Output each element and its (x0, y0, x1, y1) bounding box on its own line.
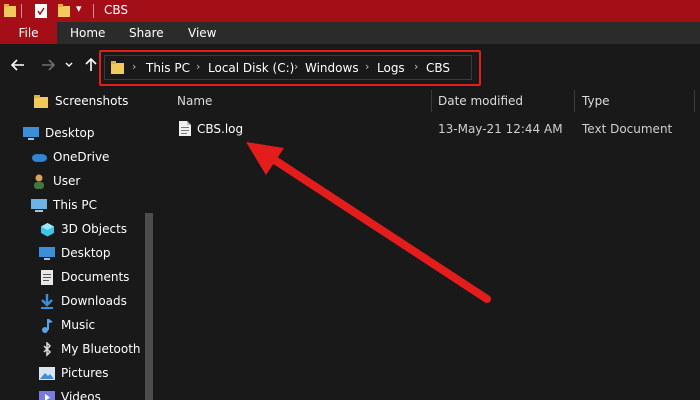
desktop-icon (39, 245, 55, 261)
breadcrumb-local-disk[interactable]: Local Disk (C:) (208, 61, 294, 75)
sidebar-item-label: 3D Objects (61, 222, 128, 236)
sidebar-item-downloads[interactable]: Downloads (0, 289, 155, 313)
sidebar-item-desktop-pc[interactable]: Desktop (0, 241, 155, 265)
breadcrumb-separator[interactable]: › (196, 60, 200, 73)
new-folder-icon[interactable] (58, 4, 70, 18)
up-button[interactable] (82, 54, 100, 76)
back-button[interactable] (7, 54, 29, 76)
ribbon-tabs: File Home Share View (0, 22, 700, 44)
column-divider[interactable] (431, 90, 432, 112)
navigation-pane: Screenshots Desktop OneDrive User This P… (0, 88, 155, 400)
title-bar: ▾ CBS (0, 0, 700, 22)
tab-home[interactable]: Home (70, 22, 105, 44)
arrow-left-icon (11, 59, 24, 71)
arrow-right-icon (42, 59, 55, 71)
tab-share[interactable]: Share (129, 22, 164, 44)
folder-icon (111, 61, 124, 74)
sidebar-item-videos[interactable]: Videos (0, 385, 155, 400)
sidebar-item-pictures[interactable]: Pictures (0, 361, 155, 385)
text-file-icon (179, 121, 191, 136)
cloud-icon (31, 149, 47, 165)
bluetooth-icon (39, 341, 55, 357)
documents-icon (39, 269, 55, 285)
sidebar-item-user[interactable]: User (0, 169, 155, 193)
recent-locations-button[interactable] (62, 54, 76, 76)
breadcrumb-separator[interactable]: › (294, 60, 298, 73)
sidebar-item-label: Music (61, 318, 96, 332)
desktop-icon (23, 125, 39, 141)
chevron-down-icon (65, 62, 73, 67)
sidebar-item-label: Desktop (61, 246, 111, 260)
pc-icon (31, 197, 47, 213)
separator (21, 4, 22, 18)
sidebar-item-onedrive[interactable]: OneDrive (0, 145, 155, 169)
download-icon (39, 293, 55, 309)
folder-icon[interactable] (4, 4, 16, 18)
sidebar-item-label: Downloads (61, 294, 127, 308)
file-name[interactable]: CBS.log (197, 122, 243, 136)
column-header-name[interactable]: Name (177, 88, 212, 114)
file-date-modified: 13-May-21 12:44 AM (438, 122, 563, 136)
breadcrumb-separator[interactable]: › (132, 60, 136, 73)
cube-icon (39, 221, 55, 237)
forward-button[interactable] (37, 54, 59, 76)
sidebar-item-label: Documents (61, 270, 130, 284)
user-icon (31, 173, 47, 189)
table-row[interactable]: CBS.log 13-May-21 12:44 AM Text Document (177, 118, 697, 140)
breadcrumb-windows[interactable]: Windows (305, 61, 359, 75)
tab-file[interactable]: File (0, 22, 57, 44)
breadcrumb-separator[interactable]: › (414, 60, 418, 73)
properties-icon[interactable] (35, 4, 47, 18)
folder-icon (33, 93, 49, 109)
videos-icon (39, 389, 55, 400)
navigation-bar: › This PC › Local Disk (C:) › Windows › … (0, 44, 700, 88)
customize-toolbar-icon[interactable]: ▾ (76, 2, 82, 15)
sidebar-item-documents[interactable]: Documents (0, 265, 155, 289)
breadcrumb-separator[interactable]: › (365, 60, 369, 73)
sidebar-item-label: Screenshots (55, 94, 129, 108)
separator (93, 4, 94, 18)
sidebar-item-label: OneDrive (53, 150, 110, 164)
sidebar-item-label: Pictures (61, 366, 109, 380)
sidebar-item-3d-objects[interactable]: 3D Objects (0, 217, 155, 241)
music-icon (39, 317, 55, 333)
sidebar-item-music[interactable]: Music (0, 313, 155, 337)
sidebar-item-label: My Bluetooth D (61, 342, 154, 356)
column-header-date-modified[interactable]: Date modified (438, 88, 523, 114)
breadcrumb-this-pc[interactable]: This PC (146, 61, 190, 75)
arrow-up-icon (85, 58, 97, 71)
window-title: CBS (104, 3, 129, 17)
sidebar-item-label: User (53, 174, 81, 188)
sidebar-item-label: This PC (53, 198, 97, 212)
sidebar-item-label: Desktop (45, 126, 95, 140)
sidebar-item-label: Videos (61, 390, 101, 400)
sidebar-item-this-pc[interactable]: This PC (0, 193, 155, 217)
sidebar-item-desktop[interactable]: Desktop (0, 121, 155, 145)
address-bar[interactable]: › This PC › Local Disk (C:) › Windows › … (104, 55, 472, 80)
breadcrumb-cbs[interactable]: CBS (426, 61, 450, 75)
column-header-type[interactable]: Type (582, 88, 610, 114)
column-divider[interactable] (694, 90, 695, 112)
file-type: Text Document (582, 122, 673, 136)
sidebar-item-screenshots[interactable]: Screenshots (0, 89, 155, 113)
column-divider[interactable] (574, 90, 575, 112)
file-list: Name Date modified Type CBS.log 13-May-2… (163, 88, 700, 400)
sidebar-item-bluetooth[interactable]: My Bluetooth D (0, 337, 155, 361)
sidebar-scrollbar[interactable] (145, 213, 153, 400)
tab-view[interactable]: View (188, 22, 216, 44)
breadcrumb-logs[interactable]: Logs (377, 61, 405, 75)
pictures-icon (39, 365, 55, 381)
